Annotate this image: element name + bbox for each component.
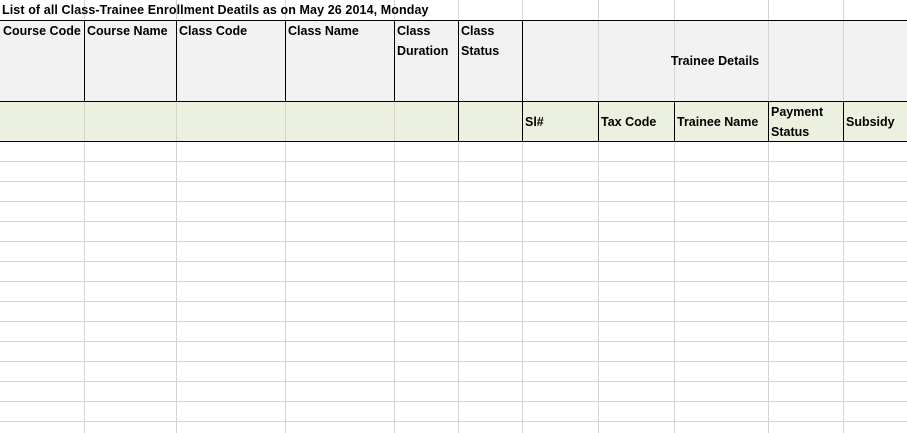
gridline xyxy=(0,261,907,262)
gridline xyxy=(0,241,907,242)
header-payment-status[interactable]: Payment Status xyxy=(771,102,833,142)
header-tax-code[interactable]: Tax Code xyxy=(601,112,673,132)
gridline xyxy=(0,321,907,322)
gridline xyxy=(0,181,907,182)
header-border xyxy=(598,101,599,142)
header-class-status[interactable]: Class Status xyxy=(461,21,511,61)
header-border xyxy=(394,20,395,102)
gridline xyxy=(0,381,907,382)
header-border xyxy=(176,20,177,102)
header-border xyxy=(674,101,675,142)
header-subsidy[interactable]: Subsidy xyxy=(846,112,906,132)
spreadsheet-grid[interactable]: List of all Class-Trainee Enrollment Dea… xyxy=(0,0,907,433)
gridline xyxy=(0,221,907,222)
gridline xyxy=(0,421,907,422)
gridline xyxy=(0,341,907,342)
header-border xyxy=(84,20,85,102)
gridline xyxy=(0,201,907,202)
header-class-duration[interactable]: Class Duration xyxy=(397,21,455,61)
sheet-title[interactable]: List of all Class-Trainee Enrollment Dea… xyxy=(2,3,429,17)
header-border xyxy=(768,101,769,142)
gridline xyxy=(0,361,907,362)
gridline xyxy=(0,301,907,302)
header-class-name[interactable]: Class Name xyxy=(288,21,392,41)
gridline xyxy=(0,161,907,162)
header-course-name[interactable]: Course Name xyxy=(87,21,175,41)
header-border xyxy=(522,20,523,142)
header-sl-number[interactable]: Sl# xyxy=(525,112,595,132)
header-border xyxy=(843,101,844,142)
gridline xyxy=(0,281,907,282)
header-class-code[interactable]: Class Code xyxy=(179,21,283,41)
header-border xyxy=(285,20,286,102)
header-trainee-details[interactable]: Trainee Details xyxy=(523,51,907,71)
header-course-code[interactable]: Course Code xyxy=(3,21,83,41)
header-trainee-name[interactable]: Trainee Name xyxy=(677,112,767,132)
header-border xyxy=(458,20,459,142)
gridline xyxy=(0,401,907,402)
